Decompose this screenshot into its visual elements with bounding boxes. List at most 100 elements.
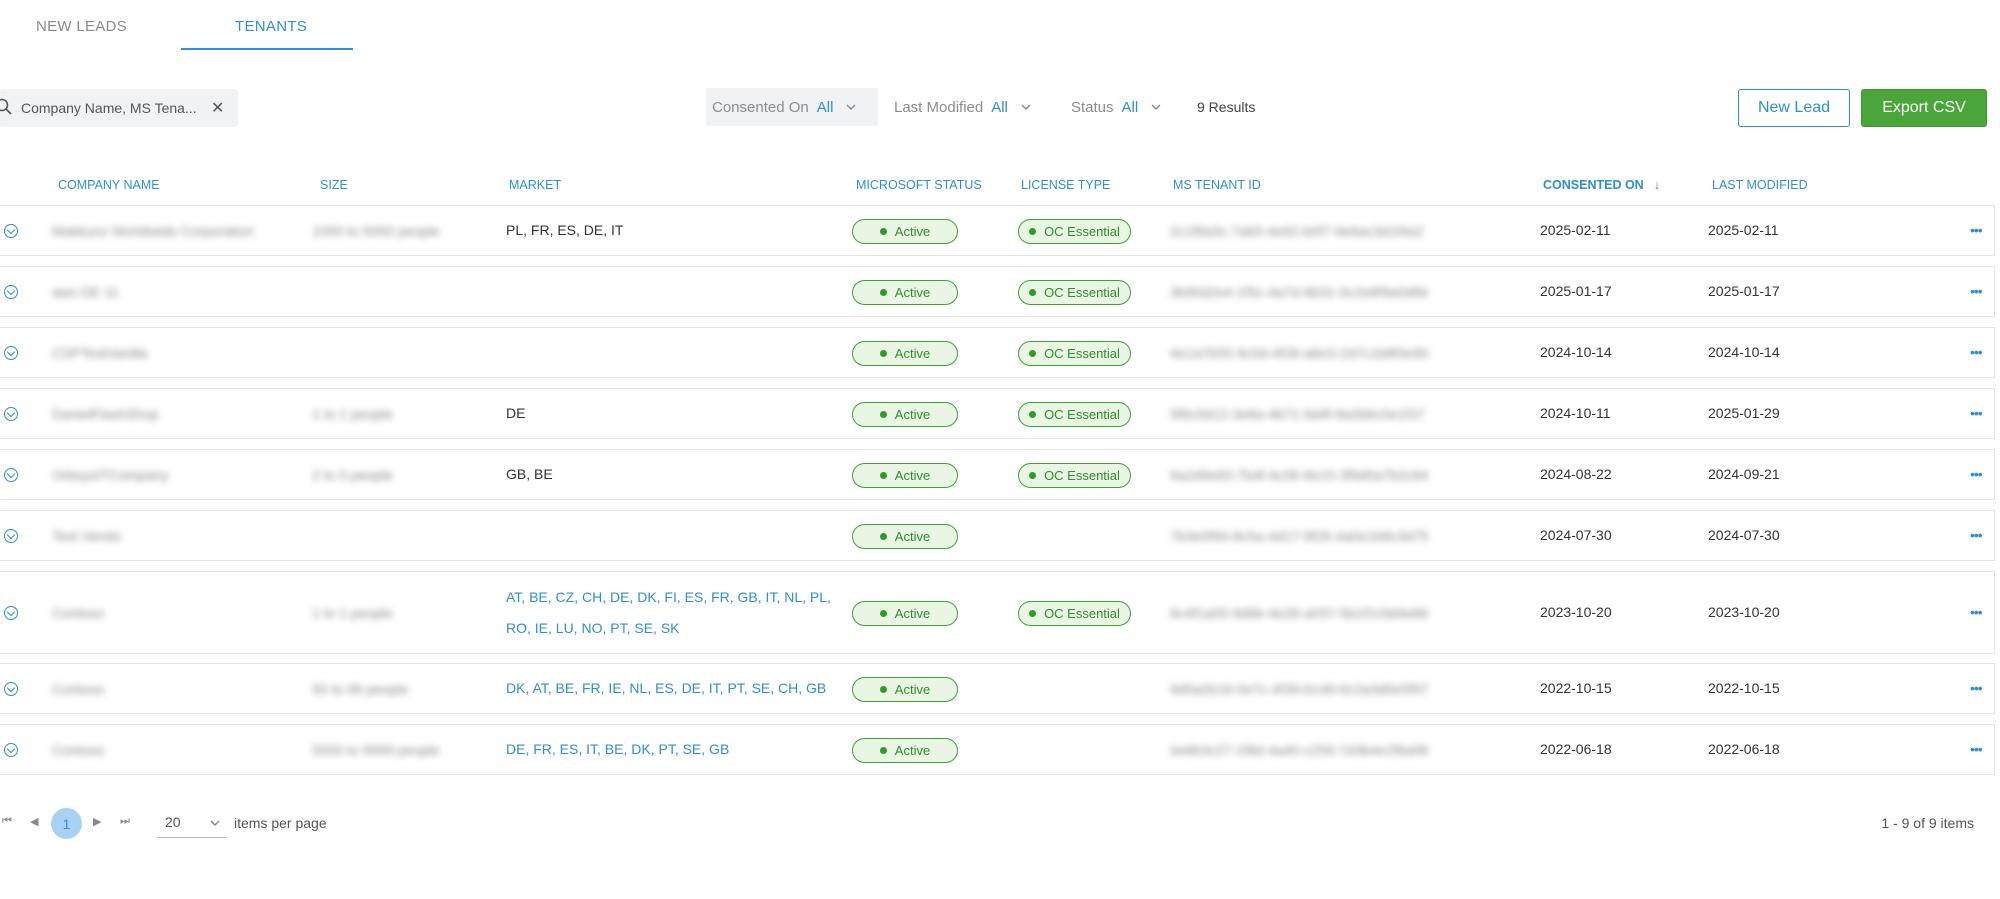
- expand-row-icon[interactable]: [4, 606, 18, 620]
- company-size: 1 to 1 people: [312, 605, 393, 621]
- consented-on: 2022-06-18: [1540, 741, 1612, 757]
- column-header-microsoft-status[interactable]: MICROSOFT STATUS: [856, 178, 982, 192]
- expand-row-icon[interactable]: [4, 285, 18, 299]
- company-size: 5000 to 9999 people: [312, 742, 440, 758]
- status-text: Active: [894, 285, 931, 300]
- company-name[interactable]: Contoso: [52, 605, 104, 621]
- pagination: ⏮ ◀ 1 ▶ ⏭ 20 items per page 1 - 9 of 9 i…: [0, 808, 2000, 839]
- page-size-value: 20: [165, 814, 181, 830]
- market[interactable]: DK, AT, BE, FR, IE, NL, ES, DE, IT, PT, …: [506, 680, 826, 696]
- expand-row-icon[interactable]: [4, 743, 18, 757]
- expand-row-icon[interactable]: [4, 224, 18, 238]
- search-box[interactable]: Company Name, MS Tena... ✕: [0, 89, 238, 127]
- status-dot-icon: [879, 289, 887, 296]
- tenant-id: 5f6c0d12-3e8a-4b71-9d4f-8a2b6c0e1f37: [1170, 406, 1425, 422]
- expand-row-icon[interactable]: [4, 346, 18, 360]
- filter-last-modified[interactable]: Last Modified All: [894, 88, 1032, 126]
- consented-on: 2025-02-11: [1540, 222, 1611, 238]
- tab-tenants[interactable]: TENANTS: [235, 18, 307, 35]
- more-actions-icon[interactable]: •••: [1970, 741, 1983, 757]
- first-page-icon[interactable]: ⏮: [2, 815, 12, 828]
- status-dot-icon: [879, 411, 887, 418]
- company-size: 50 to 99 people: [312, 681, 409, 697]
- status-dot-icon: [1029, 411, 1037, 418]
- company-name[interactable]: CSPTestVanilla: [52, 345, 147, 361]
- filter-status[interactable]: Status All: [1071, 88, 1162, 126]
- filter-label: Last Modified: [894, 98, 984, 116]
- status-badge: Active: [852, 219, 958, 244]
- table-row[interactable]: Contoso 5000 to 9999 people DE, FR, ES, …: [0, 724, 1995, 775]
- clear-search-icon[interactable]: ✕: [211, 98, 224, 118]
- last-modified: 2024-10-14: [1708, 344, 1780, 360]
- more-actions-icon[interactable]: •••: [1970, 466, 1983, 482]
- column-header-last-modified[interactable]: LAST MODIFIED: [1712, 178, 1808, 192]
- license-badge: OC Essential: [1018, 219, 1131, 244]
- market[interactable]: DE, FR, ES, IT, BE, DK, PT, SE, GB: [506, 741, 729, 757]
- company-name[interactable]: Makkunz Worldwide Corporation: [52, 223, 254, 239]
- more-actions-icon[interactable]: •••: [1970, 680, 1983, 696]
- company-name[interactable]: Test Vendo: [52, 528, 121, 544]
- items-per-page-label: items per page: [234, 815, 327, 831]
- last-page-icon[interactable]: ⏭: [120, 815, 130, 828]
- table-row[interactable]: Makkunz Worldwide Corporation 1000 to 50…: [0, 205, 1995, 256]
- status-badge: Active: [852, 524, 958, 549]
- column-header-company-name[interactable]: COMPANY NAME: [58, 178, 160, 192]
- column-header-market[interactable]: MARKET: [509, 178, 561, 192]
- status-badge: Active: [852, 280, 958, 305]
- page-number-current[interactable]: 1: [51, 808, 82, 839]
- status-badge: Active: [852, 601, 958, 626]
- prev-page-icon[interactable]: ◀: [30, 815, 38, 828]
- column-header-consented-on[interactable]: CONSENTED ON ↓: [1543, 178, 1660, 192]
- page-size-select[interactable]: 20: [157, 808, 227, 838]
- market[interactable]: AT, BE, CZ, CH, DE, DK, FI, ES, FR, GB, …: [506, 582, 846, 644]
- status-badge: Active: [852, 402, 958, 427]
- search-input[interactable]: Company Name, MS Tena...: [21, 100, 201, 116]
- status-text: Active: [894, 224, 931, 239]
- column-header-size[interactable]: SIZE: [320, 178, 348, 192]
- expand-row-icon[interactable]: [4, 407, 18, 421]
- next-page-icon[interactable]: ▶: [93, 815, 101, 828]
- license-text: OC Essential: [1044, 346, 1120, 361]
- export-csv-button[interactable]: Export CSV: [1861, 89, 1987, 127]
- column-header-ms-tenant-id[interactable]: MS TENANT ID: [1173, 178, 1261, 192]
- status-dot-icon: [1029, 228, 1037, 235]
- table-row[interactable]: Contoso 1 to 1 people AT, BE, CZ, CH, DE…: [0, 571, 1995, 654]
- status-badge: Active: [852, 341, 958, 366]
- column-header-license-type[interactable]: LICENSE TYPE: [1021, 178, 1110, 192]
- expand-row-icon[interactable]: [4, 529, 18, 543]
- more-actions-icon[interactable]: •••: [1970, 527, 1983, 543]
- more-actions-icon[interactable]: •••: [1970, 405, 1983, 421]
- tab-new-leads[interactable]: NEW LEADS: [36, 18, 127, 35]
- status-dot-icon: [1029, 472, 1037, 479]
- table-row[interactable]: Test Vendo Active 7b3e0f94-8c5a-4d17-9f2…: [0, 510, 1995, 561]
- more-actions-icon[interactable]: •••: [1970, 604, 1983, 620]
- company-name[interactable]: Contoso: [52, 681, 104, 697]
- status-text: Active: [894, 743, 931, 758]
- table-row[interactable]: DanielFlashShop 1 to 1 people DE Active …: [0, 388, 1995, 439]
- last-modified: 2023-10-20: [1708, 604, 1780, 620]
- status-dot-icon: [1029, 610, 1037, 617]
- table-row[interactable]: aws DE 11 Active OC Essential 3b90d2e4-1…: [0, 266, 1995, 317]
- last-modified: 2025-01-17: [1708, 283, 1780, 299]
- status-text: Active: [894, 529, 931, 544]
- company-name[interactable]: DanielFlashShop: [52, 406, 159, 422]
- company-name[interactable]: OrbsysITCompany: [52, 467, 169, 483]
- table-row[interactable]: CSPTestVanilla Active OC Essential 4e1a7…: [0, 327, 1995, 378]
- status-badge: Active: [852, 738, 958, 763]
- more-actions-icon[interactable]: •••: [1970, 283, 1983, 299]
- more-actions-icon[interactable]: •••: [1970, 222, 1983, 238]
- results-count: 9 Results: [1197, 99, 1256, 115]
- status-dot-icon: [879, 610, 887, 617]
- company-name[interactable]: Contoso: [52, 742, 104, 758]
- tenant-id: 6a2d9e83-7b4f-4c06-8e15-3f9d0a7b2c64: [1170, 467, 1429, 483]
- expand-row-icon[interactable]: [4, 682, 18, 696]
- expand-row-icon[interactable]: [4, 468, 18, 482]
- more-actions-icon[interactable]: •••: [1970, 344, 1983, 360]
- new-lead-button[interactable]: New Lead: [1738, 89, 1850, 127]
- table-row[interactable]: OrbsysITCompany 2 to 5 people GB, BE Act…: [0, 449, 1995, 500]
- status-dot-icon: [1029, 350, 1037, 357]
- table-row[interactable]: Contoso 50 to 99 people DK, AT, BE, FR, …: [0, 663, 1995, 714]
- license-badge: OC Essential: [1018, 402, 1131, 427]
- filter-consented-on[interactable]: Consented On All: [706, 88, 878, 126]
- company-name[interactable]: aws DE 11: [52, 284, 119, 300]
